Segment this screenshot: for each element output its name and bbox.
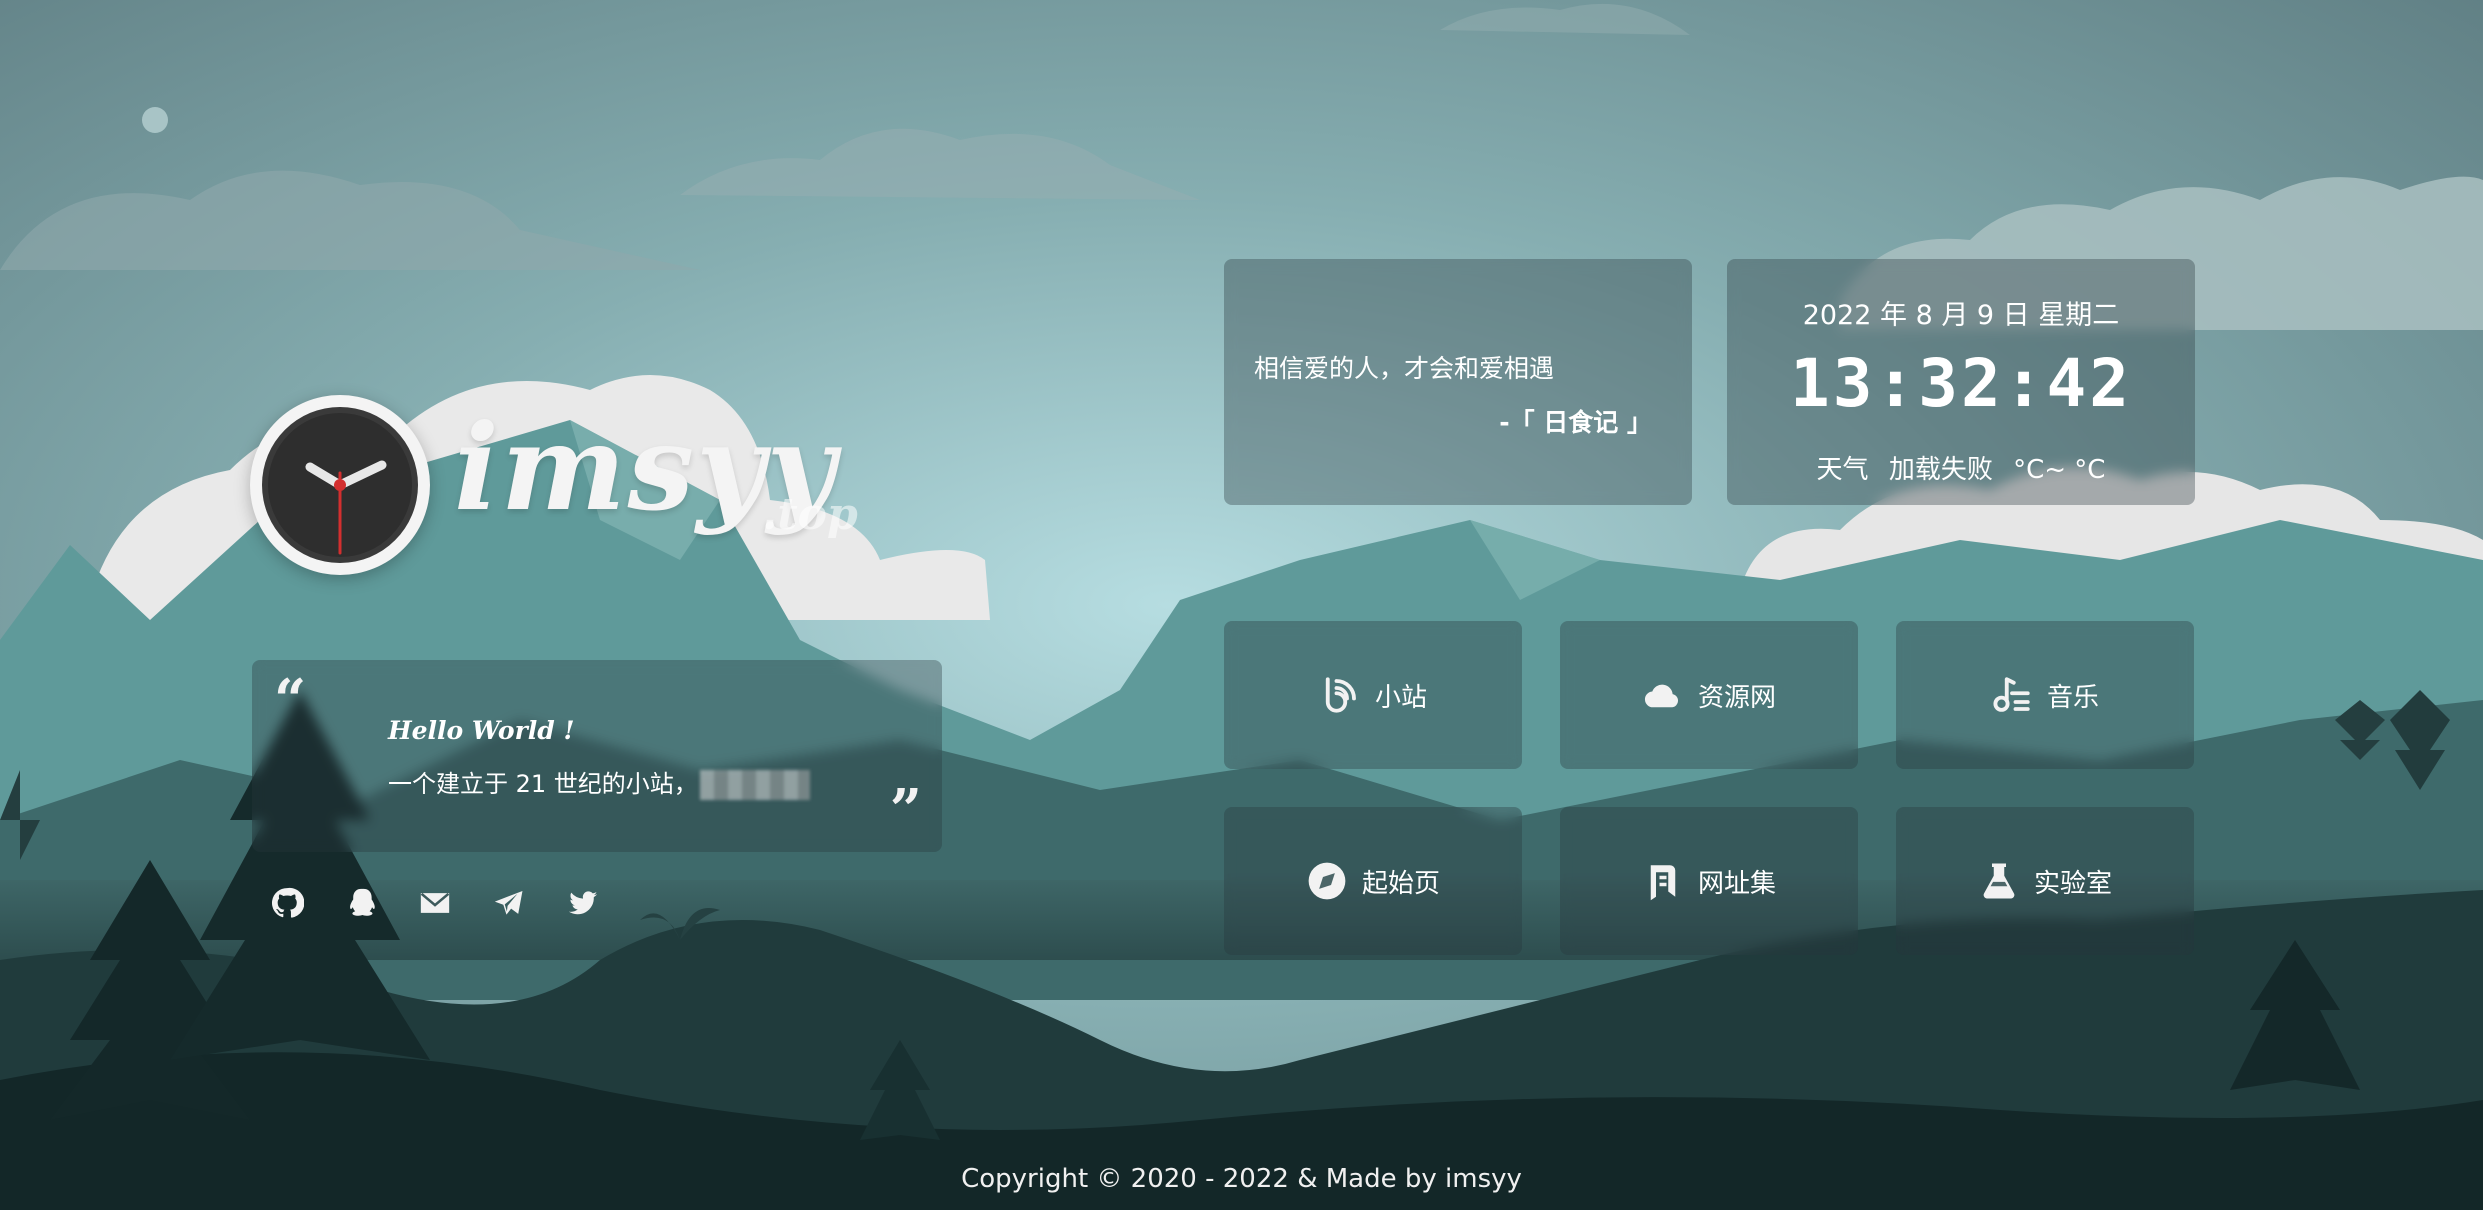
weather-display: 天气 加载失败 °C~ °C xyxy=(1727,449,2195,486)
nav-blog-button[interactable]: 小站 xyxy=(1224,621,1522,769)
hello-description: 一个建立于 21 世纪的小站， xyxy=(388,764,810,800)
time-weather-card: 2022 年 8 月 9 日 星期二 13:32:42 天气 加载失败 °C~ … xyxy=(1727,259,2195,505)
brand-wordmark: imsyy .top xyxy=(454,409,858,541)
date-display: 2022 年 8 月 9 日 星期二 xyxy=(1802,300,2120,331)
github-icon[interactable] xyxy=(270,886,304,920)
site-logo: imsyy .top xyxy=(250,395,858,575)
clock-avatar xyxy=(250,395,430,575)
nav-label: 音乐 xyxy=(2046,682,2099,713)
time-display: 13:32:42 xyxy=(1790,345,2132,422)
compass-icon xyxy=(1308,862,1346,900)
footer-copyright: Copyright © 2020 - 2022 & Made by imsyy xyxy=(961,1164,1522,1194)
nav-label: 小站 xyxy=(1374,682,1427,713)
nav-label: 起始页 xyxy=(1361,868,1440,899)
nav-startpage-button[interactable]: 起始页 xyxy=(1224,807,1522,955)
social-links xyxy=(270,886,600,920)
nav-music-button[interactable]: 音乐 xyxy=(1896,621,2194,769)
hitokoto-source: -「 日食记 」 xyxy=(1499,408,1652,437)
music-icon xyxy=(1993,677,2030,712)
qq-icon[interactable] xyxy=(344,886,378,920)
telegram-icon[interactable] xyxy=(492,886,526,920)
hitokoto-text: 相信爱的人，才会和爱相遇 xyxy=(1254,354,1555,383)
blurred-text xyxy=(699,770,810,800)
background-landscape xyxy=(0,0,2483,1210)
blog-icon xyxy=(1325,677,1356,713)
open-quote-icon: “ xyxy=(274,667,307,733)
twitter-icon[interactable] xyxy=(566,886,600,920)
email-icon[interactable] xyxy=(418,886,452,920)
nav-bookmarks-button[interactable]: 网址集 xyxy=(1560,807,1858,955)
hello-card: “ Hello World ! 一个建立于 21 世纪的小站， ” xyxy=(252,660,942,852)
flask-icon xyxy=(1983,863,2015,899)
clock-icon xyxy=(262,407,418,563)
close-quote-icon: ” xyxy=(889,777,922,843)
hello-description-text: 一个建立于 21 世纪的小站， xyxy=(388,770,698,798)
nav-label: 实验室 xyxy=(2033,868,2112,899)
cloud-icon xyxy=(1644,684,1679,708)
hitokoto-card[interactable]: 相信爱的人，才会和爱相遇 -「 日食记 」 xyxy=(1224,259,1692,505)
nav-label: 网址集 xyxy=(1697,868,1776,899)
bookmark-icon xyxy=(1650,865,1676,901)
nav-label: 资源网 xyxy=(1697,682,1776,713)
nav-lab-button[interactable]: 实验室 xyxy=(1896,807,2194,955)
weather-status: 加载失败 xyxy=(1888,455,1993,485)
temperature-range: °C~ °C xyxy=(2013,455,2106,485)
weather-label: 天气 xyxy=(1816,455,1869,485)
nav-resources-button[interactable]: 资源网 xyxy=(1560,621,1858,769)
brand-suffix: .top xyxy=(762,489,858,540)
hello-title: Hello World ! xyxy=(388,716,575,745)
